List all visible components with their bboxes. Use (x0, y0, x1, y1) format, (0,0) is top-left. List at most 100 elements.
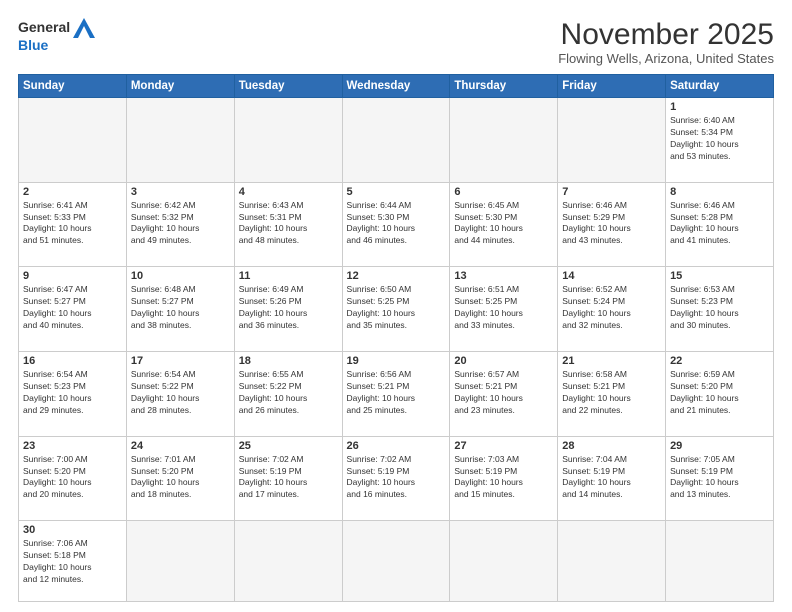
calendar-cell: 20 Sunrise: 6:57 AM Sunset: 5:21 PM Dayli… (450, 352, 558, 437)
day-number: 27 (454, 440, 553, 452)
weekday-header-monday: Monday (126, 75, 234, 98)
day-number: 20 (454, 355, 553, 367)
month-title: November 2025 (558, 18, 774, 51)
calendar-cell: 1Sunrise: 6:40 AM Sunset: 5:34 PM Daylig… (666, 98, 774, 183)
weekday-header-friday: Friday (558, 75, 666, 98)
title-block: November 2025 Flowing Wells, Arizona, Un… (558, 18, 774, 66)
day-info: Sunrise: 6:57 AM Sunset: 5:21 PM Dayligh… (454, 369, 553, 417)
day-number: 22 (670, 355, 769, 367)
day-number: 19 (347, 355, 446, 367)
calendar-cell: 4 Sunrise: 6:43 AM Sunset: 5:31 PM Daylig… (234, 182, 342, 267)
calendar-cell: 10Sunrise: 6:48 AM Sunset: 5:27 PM Dayli… (126, 267, 234, 352)
calendar-cell (19, 98, 127, 183)
day-info: Sunrise: 6:40 AM Sunset: 5:34 PM Dayligh… (670, 115, 769, 163)
day-number: 11 (239, 270, 338, 282)
calendar-cell: 27 Sunrise: 7:03 AM Sunset: 5:19 PM Dayli… (450, 436, 558, 521)
calendar-cell (666, 521, 774, 602)
day-number: 2 (23, 186, 122, 198)
calendar-week-row: 1Sunrise: 6:40 AM Sunset: 5:34 PM Daylig… (19, 98, 774, 183)
calendar-cell: 3 Sunrise: 6:42 AM Sunset: 5:32 PM Daylig… (126, 182, 234, 267)
day-number: 9 (23, 270, 122, 282)
day-number: 28 (562, 440, 661, 452)
day-info: Sunrise: 7:01 AM Sunset: 5:20 PM Dayligh… (131, 454, 230, 502)
calendar-cell (234, 98, 342, 183)
weekday-header-sunday: Sunday (19, 75, 127, 98)
day-number: 21 (562, 355, 661, 367)
day-info: Sunrise: 6:55 AM Sunset: 5:22 PM Dayligh… (239, 369, 338, 417)
day-info: Sunrise: 6:45 AM Sunset: 5:30 PM Dayligh… (454, 200, 553, 248)
calendar-cell: 15Sunrise: 6:53 AM Sunset: 5:23 PM Dayli… (666, 267, 774, 352)
page: General Blue November 2025 Flowing Wells… (0, 0, 792, 612)
day-number: 4 (239, 186, 338, 198)
day-info: Sunrise: 6:52 AM Sunset: 5:24 PM Dayligh… (562, 284, 661, 332)
day-number: 30 (23, 524, 122, 536)
logo: General Blue (18, 18, 95, 53)
location: Flowing Wells, Arizona, United States (558, 51, 774, 66)
day-number: 18 (239, 355, 338, 367)
day-info: Sunrise: 6:46 AM Sunset: 5:29 PM Dayligh… (562, 200, 661, 248)
calendar-cell: 24 Sunrise: 7:01 AM Sunset: 5:20 PM Dayli… (126, 436, 234, 521)
calendar-week-row: 30Sunrise: 7:06 AM Sunset: 5:18 PM Dayli… (19, 521, 774, 602)
day-number: 13 (454, 270, 553, 282)
day-number: 12 (347, 270, 446, 282)
calendar-cell: 26 Sunrise: 7:02 AM Sunset: 5:19 PM Dayli… (342, 436, 450, 521)
day-number: 26 (347, 440, 446, 452)
day-info: Sunrise: 6:43 AM Sunset: 5:31 PM Dayligh… (239, 200, 338, 248)
day-number: 7 (562, 186, 661, 198)
day-info: Sunrise: 7:03 AM Sunset: 5:19 PM Dayligh… (454, 454, 553, 502)
calendar-cell: 18 Sunrise: 6:55 AM Sunset: 5:22 PM Dayli… (234, 352, 342, 437)
calendar-cell: 30Sunrise: 7:06 AM Sunset: 5:18 PM Dayli… (19, 521, 127, 602)
day-number: 16 (23, 355, 122, 367)
day-info: Sunrise: 6:42 AM Sunset: 5:32 PM Dayligh… (131, 200, 230, 248)
day-info: Sunrise: 6:58 AM Sunset: 5:21 PM Dayligh… (562, 369, 661, 417)
calendar-cell: 22 Sunrise: 6:59 AM Sunset: 5:20 PM Dayli… (666, 352, 774, 437)
calendar-cell (234, 521, 342, 602)
day-number: 15 (670, 270, 769, 282)
day-number: 14 (562, 270, 661, 282)
calendar-cell (558, 98, 666, 183)
weekday-header-row: SundayMondayTuesdayWednesdayThursdayFrid… (19, 75, 774, 98)
day-number: 17 (131, 355, 230, 367)
blue-triangle-icon (73, 18, 95, 38)
day-info: Sunrise: 6:44 AM Sunset: 5:30 PM Dayligh… (347, 200, 446, 248)
day-info: Sunrise: 7:05 AM Sunset: 5:19 PM Dayligh… (670, 454, 769, 502)
day-info: Sunrise: 6:59 AM Sunset: 5:20 PM Dayligh… (670, 369, 769, 417)
calendar-cell: 8Sunrise: 6:46 AM Sunset: 5:28 PM Daylig… (666, 182, 774, 267)
calendar-week-row: 23 Sunrise: 7:00 AM Sunset: 5:20 PM Dayli… (19, 436, 774, 521)
calendar-cell: 17 Sunrise: 6:54 AM Sunset: 5:22 PM Dayli… (126, 352, 234, 437)
calendar-cell (126, 98, 234, 183)
weekday-header-saturday: Saturday (666, 75, 774, 98)
calendar-cell: 16 Sunrise: 6:54 AM Sunset: 5:23 PM Dayli… (19, 352, 127, 437)
calendar-cell: 28 Sunrise: 7:04 AM Sunset: 5:19 PM Dayli… (558, 436, 666, 521)
calendar-week-row: 16 Sunrise: 6:54 AM Sunset: 5:23 PM Dayli… (19, 352, 774, 437)
day-info: Sunrise: 7:00 AM Sunset: 5:20 PM Dayligh… (23, 454, 122, 502)
calendar-cell (450, 98, 558, 183)
day-number: 5 (347, 186, 446, 198)
day-number: 6 (454, 186, 553, 198)
calendar-cell: 29Sunrise: 7:05 AM Sunset: 5:19 PM Dayli… (666, 436, 774, 521)
calendar-cell: 11 Sunrise: 6:49 AM Sunset: 5:26 PM Dayli… (234, 267, 342, 352)
calendar-cell (126, 521, 234, 602)
day-number: 24 (131, 440, 230, 452)
calendar-cell (342, 98, 450, 183)
day-info: Sunrise: 7:04 AM Sunset: 5:19 PM Dayligh… (562, 454, 661, 502)
calendar-cell: 14 Sunrise: 6:52 AM Sunset: 5:24 PM Dayli… (558, 267, 666, 352)
calendar-week-row: 9 Sunrise: 6:47 AM Sunset: 5:27 PM Daylig… (19, 267, 774, 352)
day-info: Sunrise: 7:02 AM Sunset: 5:19 PM Dayligh… (347, 454, 446, 502)
day-number: 3 (131, 186, 230, 198)
day-info: Sunrise: 6:54 AM Sunset: 5:23 PM Dayligh… (23, 369, 122, 417)
calendar-cell (558, 521, 666, 602)
weekday-header-tuesday: Tuesday (234, 75, 342, 98)
calendar-table: SundayMondayTuesdayWednesdayThursdayFrid… (18, 74, 774, 602)
day-info: Sunrise: 6:54 AM Sunset: 5:22 PM Dayligh… (131, 369, 230, 417)
day-number: 25 (239, 440, 338, 452)
calendar-cell: 13Sunrise: 6:51 AM Sunset: 5:25 PM Dayli… (450, 267, 558, 352)
calendar-cell: 6 Sunrise: 6:45 AM Sunset: 5:30 PM Daylig… (450, 182, 558, 267)
header: General Blue November 2025 Flowing Wells… (18, 18, 774, 66)
day-info: Sunrise: 6:47 AM Sunset: 5:27 PM Dayligh… (23, 284, 122, 332)
calendar-cell: 21 Sunrise: 6:58 AM Sunset: 5:21 PM Dayli… (558, 352, 666, 437)
day-info: Sunrise: 6:49 AM Sunset: 5:26 PM Dayligh… (239, 284, 338, 332)
day-number: 23 (23, 440, 122, 452)
day-info: Sunrise: 7:02 AM Sunset: 5:19 PM Dayligh… (239, 454, 338, 502)
calendar-cell: 7 Sunrise: 6:46 AM Sunset: 5:29 PM Daylig… (558, 182, 666, 267)
